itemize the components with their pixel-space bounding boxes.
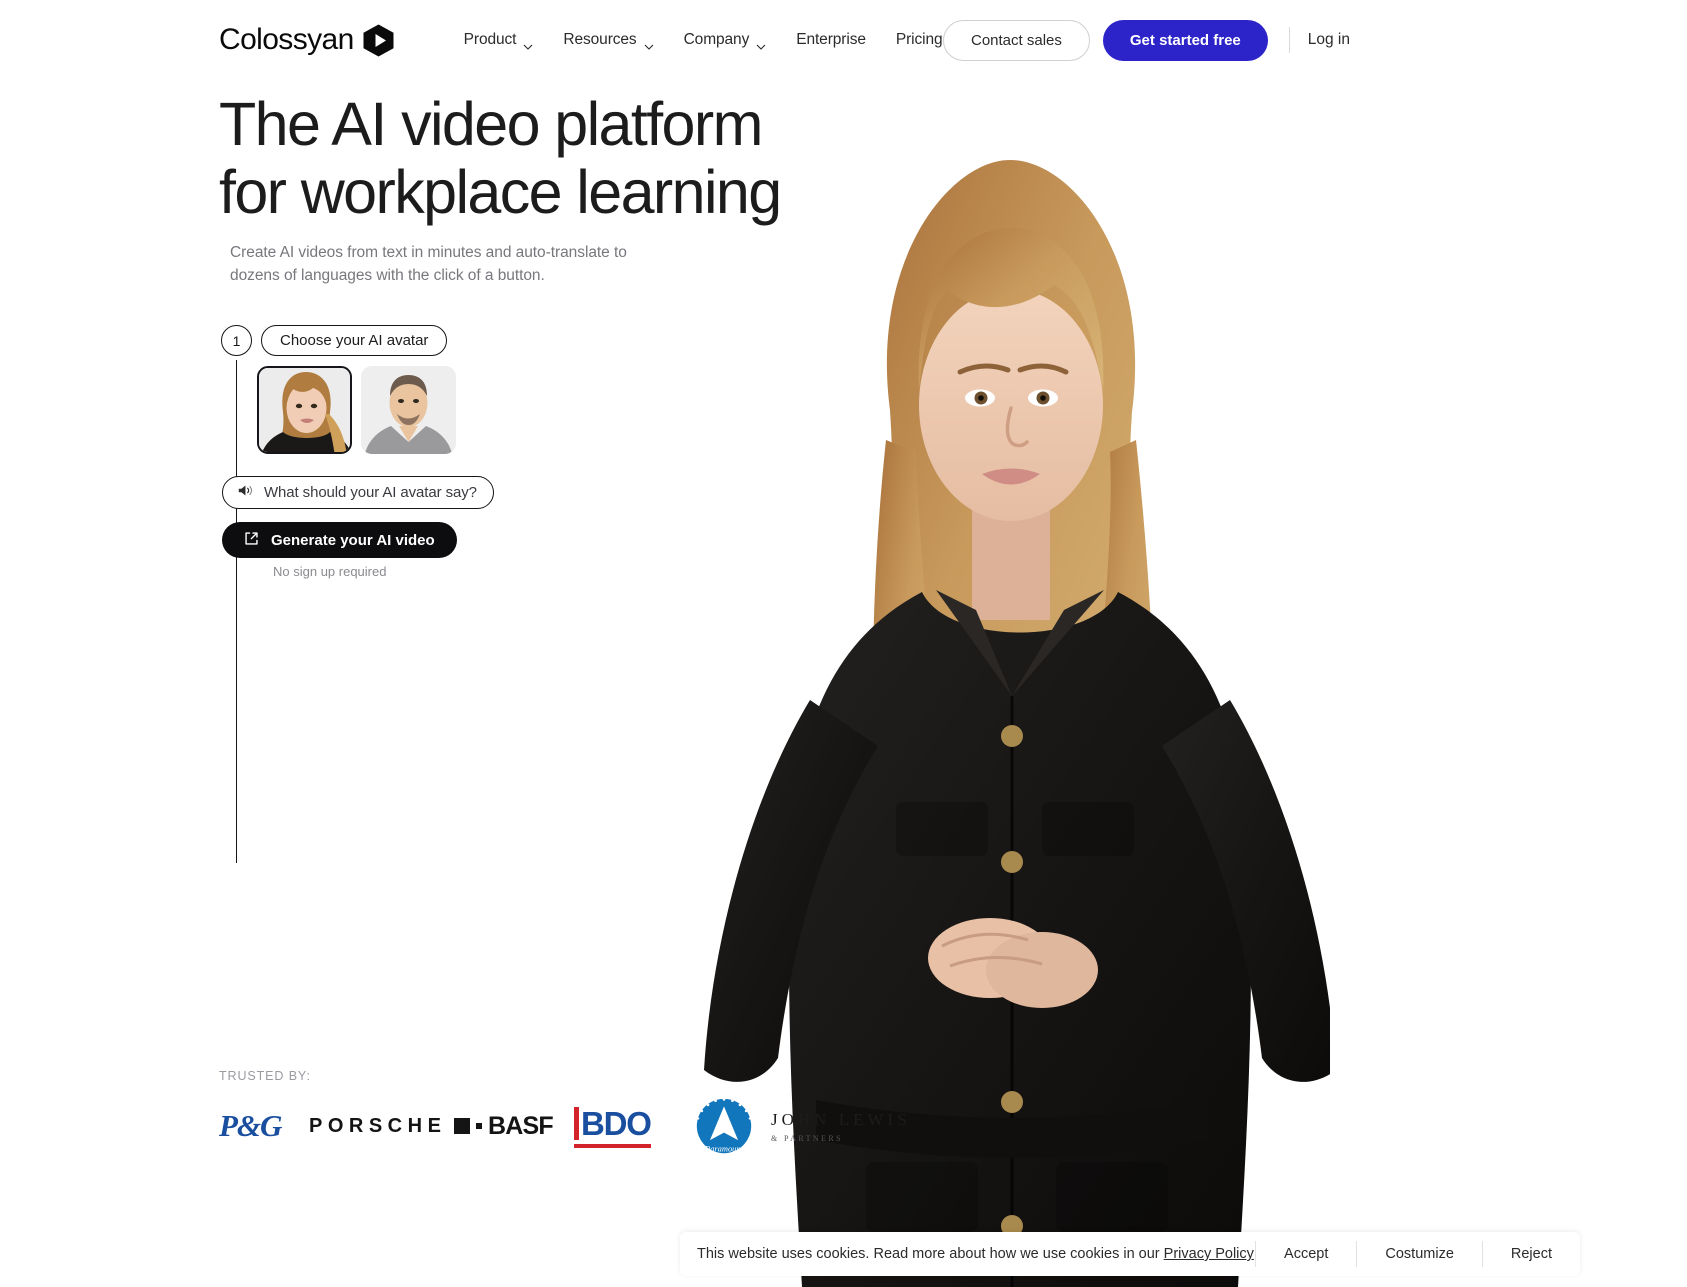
nav-item-product-label: Product: [463, 31, 517, 48]
trusted-by-logos: P&G PORSCHE BASF BDO Paramount JOHN LEWI…: [219, 1097, 991, 1153]
cookie-reject-button[interactable]: Reject: [1483, 1246, 1580, 1262]
logo-basf: BASF: [454, 1100, 574, 1152]
logo-pg-text: P&G: [219, 1108, 282, 1143]
logo-pg: P&G: [219, 1100, 309, 1152]
trusted-by-label: TRUSTED BY:: [219, 1069, 311, 1083]
step-number-badge: 1: [221, 325, 252, 356]
nav-divider: [1288, 27, 1290, 53]
hexagon-play-icon: [363, 24, 394, 57]
chevron-down-icon: [756, 37, 766, 50]
avatar-script-placeholder: What should your AI avatar say?: [264, 484, 477, 501]
logo-porsche: PORSCHE: [309, 1100, 454, 1152]
cookie-message-text: This website uses cookies. Read more abo…: [697, 1246, 1164, 1262]
basf-square-icon: [454, 1118, 470, 1134]
cookie-consent-banner: This website uses cookies. Read more abo…: [680, 1232, 1580, 1276]
nav-item-enterprise-label: Enterprise: [796, 31, 866, 48]
contact-sales-button[interactable]: Contact sales: [943, 19, 1090, 61]
paramount-mountain-icon: Paramount: [696, 1097, 752, 1153]
cookie-customize-button[interactable]: Costumize: [1357, 1246, 1482, 1262]
chevron-down-icon: [523, 37, 533, 50]
no-signup-note: No sign up required: [273, 564, 387, 579]
logo-bdo: BDO: [574, 1100, 694, 1152]
bdo-left-bar: [574, 1106, 579, 1140]
hero-subtitle-line-1: Create AI videos from text in minutes an…: [230, 244, 610, 261]
logo-john-lewis-text: JOHN LEWIS: [771, 1109, 911, 1129]
logo-john-lewis: JOHN LEWIS & PARTNERS: [771, 1100, 991, 1152]
logo-paramount: Paramount: [694, 1097, 771, 1153]
nav-actions: Contact sales Get started free Log in: [943, 0, 1687, 80]
avatar-option-female[interactable]: [257, 366, 352, 454]
generate-video-button[interactable]: Generate your AI video: [222, 522, 457, 558]
paramount-wordmark: Paramount: [704, 1143, 744, 1153]
top-navigation-bar: Colossyan Product Resources Company Ente…: [0, 0, 1687, 80]
logo-basf-text: BASF: [488, 1111, 554, 1140]
brand-logo[interactable]: Colossyan: [219, 24, 394, 57]
step-1-row: 1 Choose your AI avatar: [221, 324, 741, 357]
cookie-actions: Accept Costumize Reject: [1255, 1232, 1580, 1276]
headline-line-1: The AI video platform: [219, 90, 763, 158]
get-started-free-button[interactable]: Get started free: [1102, 19, 1268, 61]
logo-basf-mark: BASF: [454, 1111, 554, 1141]
step-connector-line: [236, 360, 237, 863]
nav-item-company-label: Company: [683, 31, 750, 48]
cookie-message: This website uses cookies. Read more abo…: [697, 1246, 1254, 1262]
avatar-thumbnail-male: [361, 366, 456, 454]
bdo-bottom-bar: [574, 1143, 651, 1148]
external-link-icon: [244, 531, 259, 550]
generate-video-label: Generate your AI video: [271, 531, 435, 549]
nav-item-product[interactable]: Product: [449, 23, 549, 57]
nav-item-resources[interactable]: Resources: [548, 23, 668, 57]
hero-subtitle: Create AI videos from text in minutes an…: [230, 241, 660, 287]
log-in-link[interactable]: Log in: [1308, 31, 1350, 49]
nav-item-company[interactable]: Company: [669, 23, 782, 57]
logo-porsche-text: PORSCHE: [309, 1114, 447, 1137]
chevron-down-icon: [644, 37, 654, 50]
nav-item-enterprise[interactable]: Enterprise: [781, 23, 881, 57]
nav-item-pricing-label: Pricing: [895, 31, 943, 48]
landing-page: Colossyan Product Resources Company Ente…: [0, 0, 1687, 1287]
choose-avatar-pill[interactable]: Choose your AI avatar: [261, 325, 448, 356]
speaker-icon: [237, 484, 253, 502]
avatar-script-input[interactable]: What should your AI avatar say?: [222, 476, 494, 509]
avatar-options: [257, 366, 456, 454]
privacy-policy-link[interactable]: Privacy Policy: [1164, 1246, 1254, 1262]
basf-dot-icon: [476, 1123, 482, 1129]
nav-links: Product Resources Company Enterprise Pri…: [449, 23, 958, 57]
avatar-option-male[interactable]: [361, 366, 456, 454]
nav-item-resources-label: Resources: [563, 31, 637, 48]
logo-bdo-mark: BDO: [574, 1104, 652, 1148]
avatar-thumbnail-female: [259, 368, 350, 452]
logo-john-lewis-mark: JOHN LEWIS & PARTNERS: [771, 1110, 911, 1143]
cookie-accept-button[interactable]: Accept: [1256, 1246, 1356, 1262]
brand-wordmark: Colossyan: [219, 23, 354, 56]
trusted-by-section: TRUSTED BY:: [219, 1069, 311, 1083]
logo-bdo-text: BDO: [581, 1104, 652, 1142]
logo-john-lewis-subtext: & PARTNERS: [771, 1133, 843, 1143]
ai-video-generator-widget: 1 Choose your AI avatar What should your…: [221, 324, 741, 863]
